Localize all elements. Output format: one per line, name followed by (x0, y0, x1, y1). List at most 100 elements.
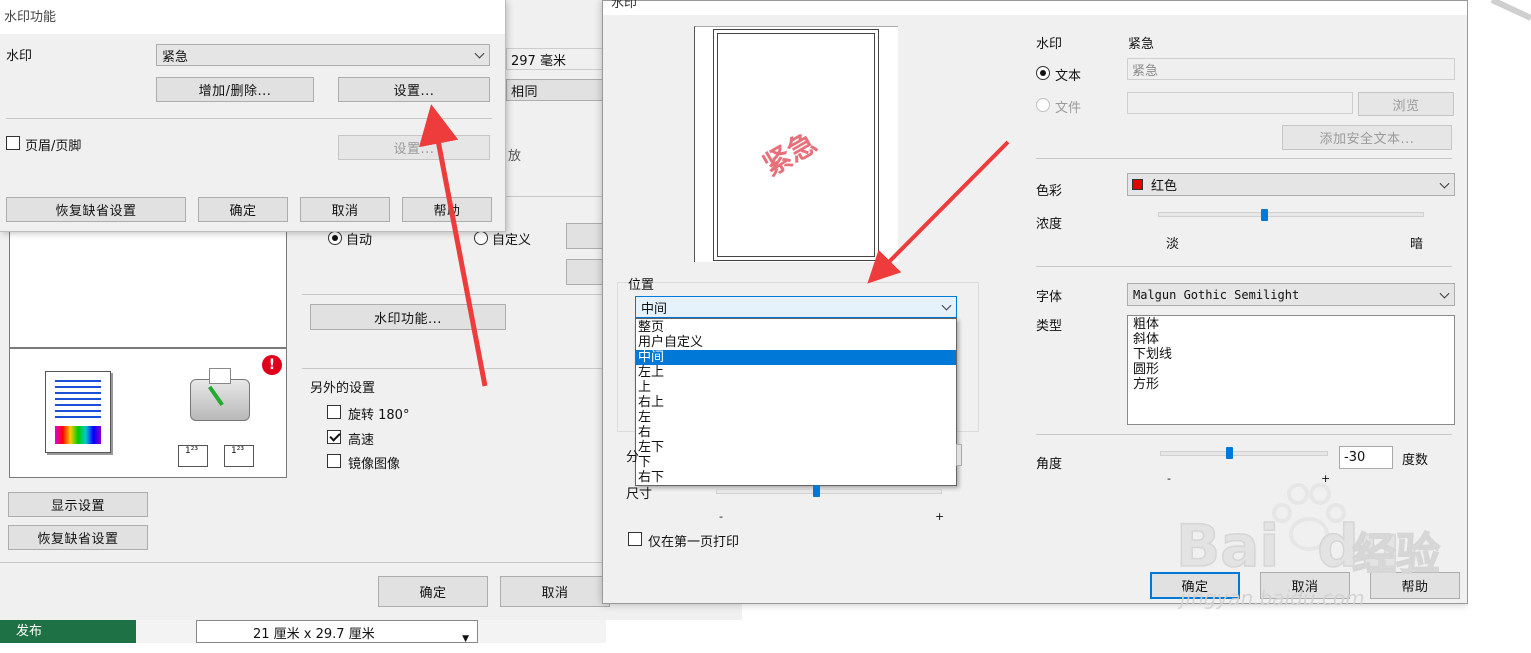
first-page-only-label: 仅在第一页打印 (648, 535, 740, 550)
angle-input[interactable]: -30 (1339, 446, 1393, 469)
file-radio-label: 文件 (1055, 101, 1082, 116)
position-option[interactable]: 下 (636, 455, 956, 470)
rotate-checkbox[interactable] (327, 405, 341, 419)
same-label: 相同 (511, 84, 539, 100)
printer-preview-box: ! 1²³ 1²³ (9, 348, 287, 478)
divider (505, 196, 605, 197)
watermark-settings-button[interactable]: 设置... (338, 77, 490, 102)
brand-text: Bai (1175, 511, 1280, 581)
paper-size-select[interactable]: 21 厘米 x 29.7 厘米 ▼ (196, 620, 478, 644)
auto-radio[interactable] (328, 231, 342, 245)
mirror-checkbox[interactable] (327, 454, 341, 468)
font-select[interactable]: Malgun Gothic Semilight (1127, 283, 1455, 306)
position-option[interactable]: 用户自定义 (636, 335, 956, 350)
watermark-select[interactable]: 紧急 (156, 44, 490, 66)
angle-slider-thumb[interactable] (1226, 447, 1233, 459)
header-footer-settings-button[interactable]: 设置... (338, 135, 490, 160)
type-listbox[interactable]: 粗体 斜体 下划线 圆形 方形 (1127, 315, 1455, 425)
add-remove-button[interactable]: 增加/删除... (156, 77, 314, 102)
dialog-title: 水印功能 (4, 10, 57, 25)
custom-size-button-1[interactable] (566, 223, 606, 249)
back-cancel-button[interactable]: 取消 (500, 576, 610, 607)
publish-tab[interactable]: 发布 (0, 620, 136, 643)
type-option[interactable]: 方形 (1131, 377, 1451, 392)
add-secure-text-label: 添加安全文本... (1319, 132, 1415, 147)
partial-button[interactable] (956, 444, 962, 466)
header-footer-label: 页眉/页脚 (25, 139, 82, 154)
divider (1036, 434, 1452, 435)
font-label: 字体 (1036, 290, 1063, 305)
restore-defaults-button[interactable]: 恢复缺省设置 (8, 525, 148, 550)
density-slider[interactable] (1158, 212, 1424, 217)
browse-label: 浏览 (1392, 98, 1420, 114)
settings-title: 水印 (611, 0, 638, 11)
position-option[interactable]: 左 (636, 410, 956, 425)
first-page-only-checkbox[interactable] (628, 532, 642, 546)
layout-preview-box (9, 230, 287, 348)
file-path-input[interactable] (1127, 92, 1353, 114)
copies-icon: 1²³ (178, 445, 208, 467)
density-slider-thumb[interactable] (1261, 209, 1269, 221)
browse-button[interactable]: 浏览 (1358, 92, 1454, 116)
settings-watermark-label: 水印 (1036, 37, 1063, 52)
back-ok-button[interactable]: 确定 (378, 576, 488, 607)
color-select[interactable]: 红色 (1127, 173, 1455, 196)
position-option[interactable]: 左上 (636, 365, 956, 380)
divider (302, 294, 606, 295)
file-radio[interactable] (1036, 98, 1050, 112)
show-settings-button[interactable]: 显示设置 (8, 492, 148, 517)
text-radio-label: 文本 (1055, 69, 1082, 84)
size-plus: + (935, 510, 945, 523)
watermark-text-input[interactable]: 紧急 (1127, 58, 1455, 80)
paper-size-field: 297 毫米 (506, 48, 606, 70)
chevron-down-icon (1439, 178, 1450, 189)
type-option[interactable]: 圆形 (1131, 362, 1451, 377)
partial-label: 分 (626, 450, 640, 465)
left-help-label: 帮助 (433, 204, 461, 219)
position-option[interactable]: 右上 (636, 395, 956, 410)
watermark-function-button[interactable]: 水印功能... (310, 304, 506, 330)
position-option[interactable]: 右下 (636, 470, 956, 485)
text-radio[interactable] (1036, 66, 1050, 80)
position-dropdown-list[interactable]: 整页 用户自定义 中间 左上上右上左右左下下右下 (635, 318, 957, 486)
size-slider[interactable] (716, 489, 942, 494)
position-label: 位置 (628, 278, 655, 293)
size-slider-thumb[interactable] (813, 485, 820, 497)
color-swatch (1132, 179, 1143, 190)
paper-size-text: 297 毫米 (511, 53, 566, 69)
left-ok-button[interactable]: 确定 (198, 197, 288, 222)
header-footer-checkbox[interactable] (6, 136, 20, 150)
type-option[interactable]: 下划线 (1131, 347, 1451, 362)
settings-titlebar: 水印 (603, 0, 1467, 15)
divider (1036, 266, 1452, 267)
left-help-button[interactable]: 帮助 (402, 197, 492, 222)
angle-slider[interactable] (1160, 451, 1328, 456)
type-option[interactable]: 粗体 (1131, 317, 1451, 332)
rotate-label: 旋转 180° (348, 408, 410, 423)
custom-size-button-2[interactable] (566, 259, 606, 285)
position-option[interactable]: 中间 (636, 350, 956, 365)
position-select[interactable]: 中间 (635, 296, 957, 318)
same-button[interactable]: 相同 (506, 79, 606, 101)
publish-label: 发布 (16, 624, 43, 639)
left-cancel-label: 取消 (331, 204, 359, 219)
angle-unit: 度数 (1402, 453, 1429, 468)
left-restore-button[interactable]: 恢复缺省设置 (6, 197, 186, 222)
position-option[interactable]: 右 (636, 425, 956, 440)
watermark-settings-label: 设置... (393, 84, 435, 99)
left-ok-label: 确定 (229, 204, 257, 219)
settings-watermark-value: 紧急 (1128, 37, 1155, 52)
back-cancel-label: 取消 (541, 586, 569, 601)
watermark-label: 水印 (6, 49, 33, 64)
add-remove-label: 增加/删除... (198, 84, 272, 99)
density-dark-label: 暗 (1410, 237, 1424, 252)
add-secure-text-button[interactable]: 添加安全文本... (1282, 125, 1452, 150)
position-option[interactable]: 上 (636, 380, 956, 395)
custom-radio[interactable] (474, 231, 488, 245)
type-option[interactable]: 斜体 (1131, 332, 1451, 347)
left-cancel-button[interactable]: 取消 (300, 197, 390, 222)
position-option[interactable]: 整页 (636, 320, 956, 335)
highspeed-checkbox[interactable] (327, 430, 341, 444)
position-option[interactable]: 左下 (636, 440, 956, 455)
watermark-select-value: 紧急 (162, 49, 189, 65)
